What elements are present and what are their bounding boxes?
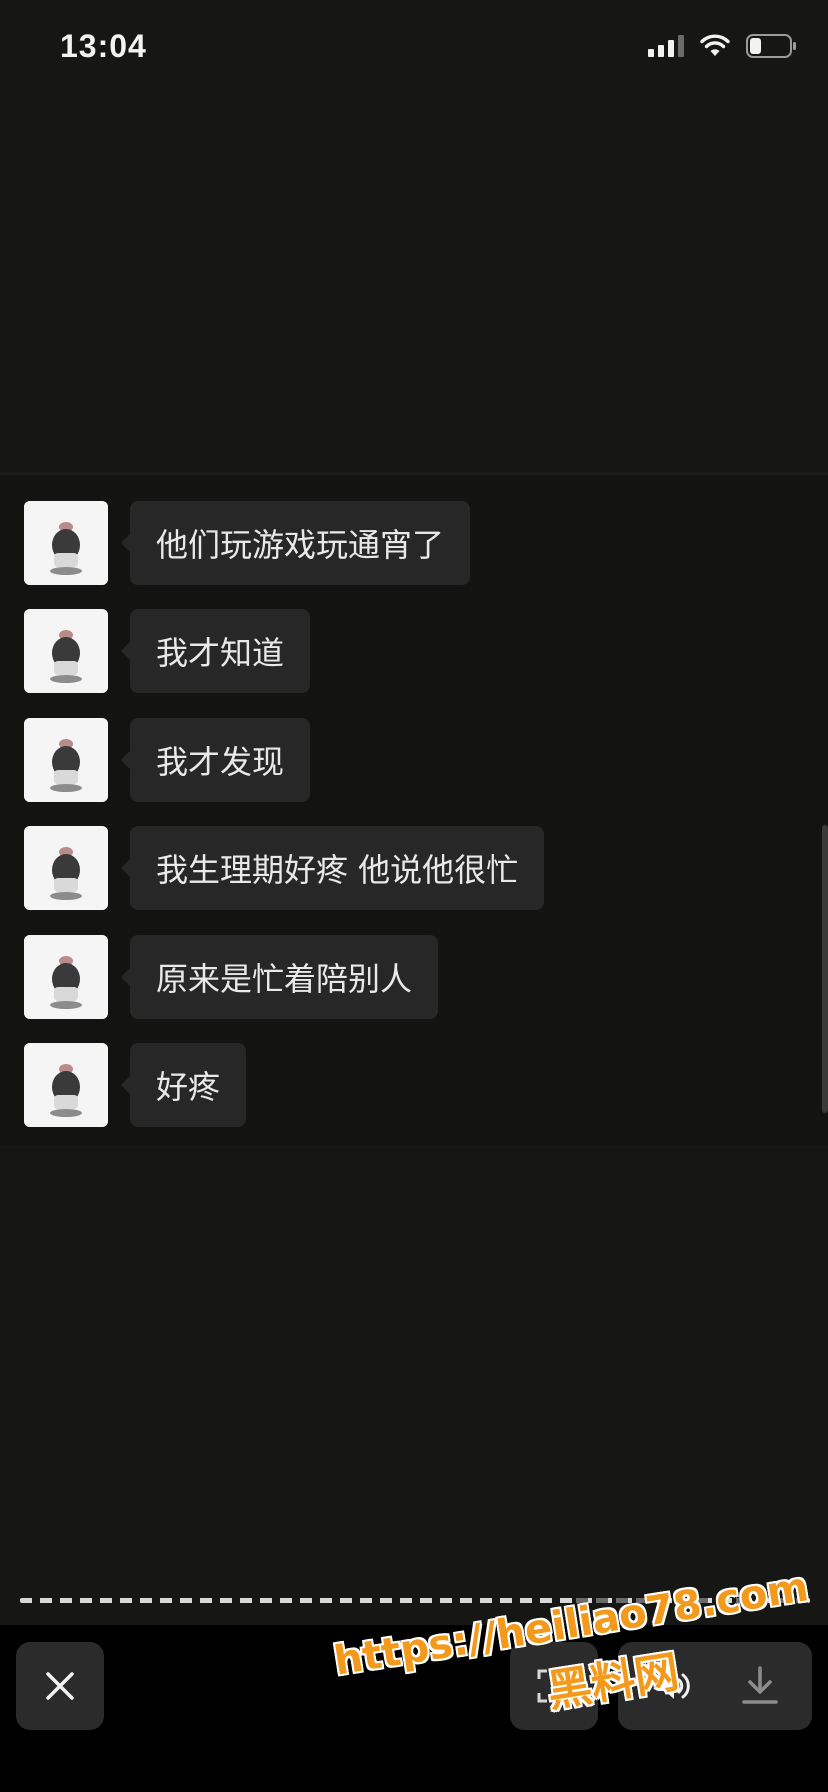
avatar[interactable] — [24, 1043, 108, 1127]
sound-icon[interactable] — [654, 1666, 694, 1710]
status-bar: 13:04 — [0, 0, 828, 100]
status-time: 13:04 — [60, 28, 147, 64]
scan-button[interactable] — [510, 1642, 598, 1730]
message-bubble: 我才发现 — [120, 718, 311, 802]
media-controls — [618, 1642, 812, 1730]
message-row: 我才发现 — [24, 718, 311, 802]
status-icons — [648, 34, 798, 58]
message-row: 好疼 — [24, 1043, 247, 1127]
avatar[interactable] — [24, 501, 108, 585]
bottom-toolbar — [0, 1625, 828, 1792]
avatar[interactable] — [24, 718, 108, 802]
download-icon[interactable] — [740, 1664, 780, 1712]
message-bubble: 他们玩游戏玩通宵了 — [120, 501, 471, 585]
message-row: 我才知道 — [24, 609, 311, 693]
progress-indicator — [20, 1598, 810, 1603]
battery-icon — [746, 34, 798, 58]
close-icon — [46, 1672, 74, 1700]
message-bubble: 原来是忙着陪别人 — [120, 935, 439, 1019]
cellular-signal-icon — [648, 35, 684, 57]
avatar[interactable] — [24, 609, 108, 693]
message-bubble: 好疼 — [120, 1043, 247, 1127]
avatar[interactable] — [24, 935, 108, 1019]
message-row: 我生理期好疼 他说他很忙 — [24, 826, 545, 910]
wifi-icon — [700, 34, 730, 58]
message-bubble: 我生理期好疼 他说他很忙 — [120, 826, 545, 910]
scan-icon — [537, 1669, 571, 1703]
close-button[interactable] — [16, 1642, 104, 1730]
scrollbar-thumb[interactable] — [822, 825, 828, 1113]
message-row: 原来是忙着陪别人 — [24, 935, 439, 1019]
message-bubble: 我才知道 — [120, 609, 311, 693]
chat-screenshot: 他们玩游戏玩通宵了 我才知道 我才发现 我生理期好疼 他说他很忙 原来是忙着陪别… — [0, 472, 828, 1145]
avatar[interactable] — [24, 826, 108, 910]
message-row: 他们玩游戏玩通宵了 — [24, 501, 471, 585]
